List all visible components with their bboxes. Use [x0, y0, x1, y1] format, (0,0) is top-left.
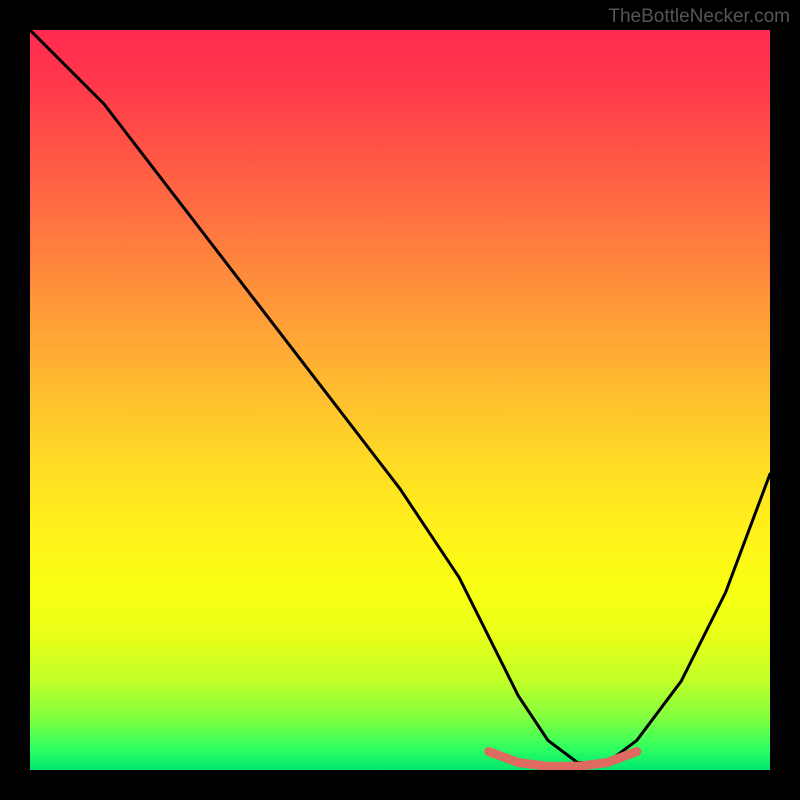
chart-gradient-background	[30, 30, 770, 770]
watermark-text: TheBottleNecker.com	[608, 6, 790, 28]
